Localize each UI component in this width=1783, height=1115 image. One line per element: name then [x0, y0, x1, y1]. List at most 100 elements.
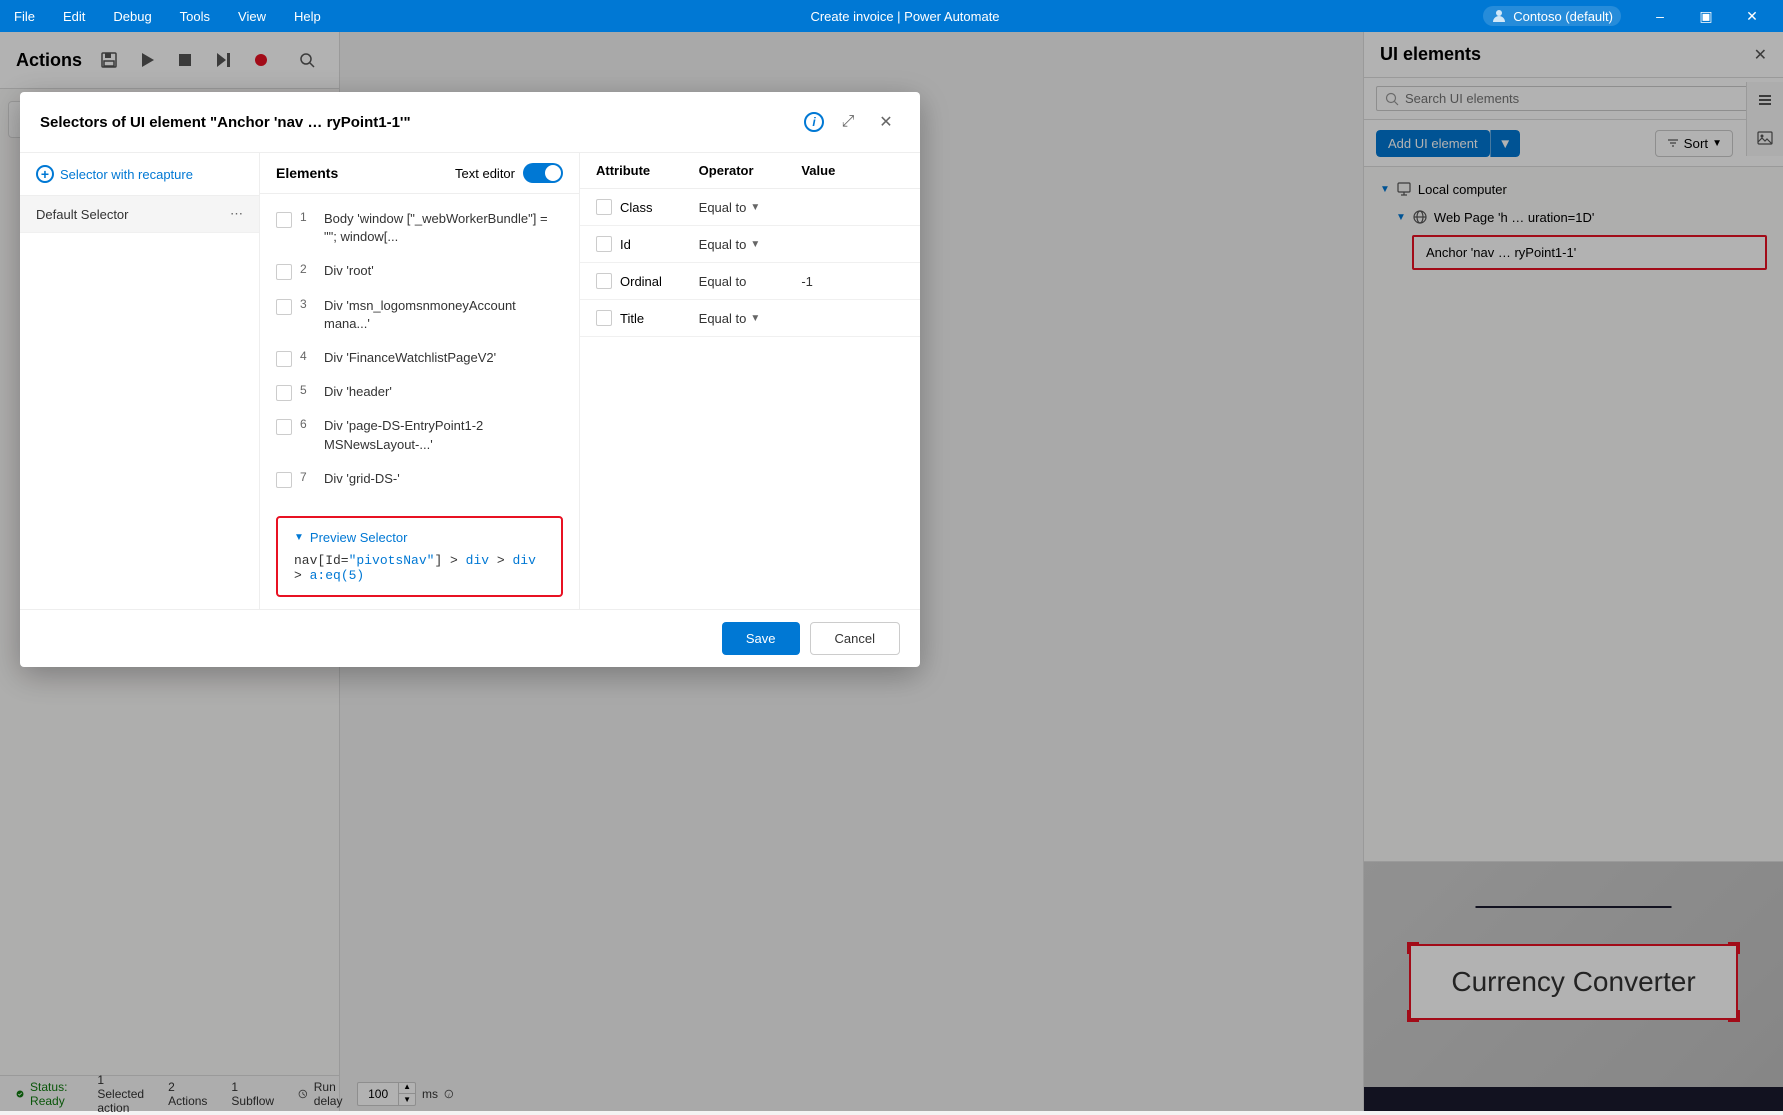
- default-selector-label: Default Selector: [36, 207, 129, 222]
- element-item[interactable]: 5 Div 'header': [260, 375, 579, 409]
- attr-id-operator-value: Equal to: [699, 237, 747, 252]
- attribute-row-title: Title Equal to ▼: [580, 300, 920, 337]
- element-checkbox-1[interactable]: [276, 212, 292, 228]
- attr-id-operator[interactable]: Equal to ▼: [699, 237, 802, 252]
- modal-title: Selectors of UI element "Anchor 'nav … r…: [40, 114, 794, 131]
- window-title: Create invoice | Power Automate: [343, 9, 1468, 24]
- element-item[interactable]: 3 Div 'msn_logomsnmoneyAccount mana...': [260, 289, 579, 341]
- code-div2: div: [512, 553, 535, 568]
- attr-class-checkbox[interactable]: [596, 199, 612, 215]
- element-num-6: 6: [300, 417, 316, 431]
- code-gt1: >: [489, 553, 512, 568]
- minimize-button[interactable]: –: [1637, 0, 1683, 32]
- menu-tools[interactable]: Tools: [174, 5, 216, 28]
- attribute-header-label: Attribute: [596, 163, 699, 178]
- code-rest: ] >: [434, 553, 465, 568]
- attr-ordinal-name: Ordinal: [620, 274, 662, 289]
- default-selector-item[interactable]: Default Selector ⋯: [20, 196, 259, 233]
- text-editor-label: Text editor: [455, 166, 515, 181]
- element-checkbox-7[interactable]: [276, 472, 292, 488]
- save-button[interactable]: Save: [722, 622, 800, 655]
- attr-title-operator-value: Equal to: [699, 311, 747, 326]
- element-checkbox-6[interactable]: [276, 419, 292, 435]
- menu-edit[interactable]: Edit: [57, 5, 91, 28]
- cancel-button[interactable]: Cancel: [810, 622, 900, 655]
- element-item[interactable]: 4 Div 'FinanceWatchlistPageV2': [260, 341, 579, 375]
- elements-title: Elements: [276, 165, 338, 181]
- element-item[interactable]: 2 Div 'root': [260, 254, 579, 288]
- modal-body: + Selector with recapture Default Select…: [20, 153, 920, 609]
- preview-selector-label: Preview Selector: [310, 530, 408, 545]
- modal-overlay: Selectors of UI element "Anchor 'nav … r…: [0, 32, 1783, 1111]
- attr-class-chevron-icon: ▼: [750, 202, 760, 213]
- element-num-7: 7: [300, 470, 316, 484]
- element-checkbox-5[interactable]: [276, 385, 292, 401]
- attr-id-name: Id: [620, 237, 631, 252]
- main-layout: Actions: [0, 32, 1783, 1111]
- modal-expand-button[interactable]: ⤢: [834, 108, 862, 136]
- element-checkbox-3[interactable]: [276, 299, 292, 315]
- attr-class-operator[interactable]: Equal to ▼: [699, 200, 802, 215]
- attr-class-operator-value: Equal to: [699, 200, 747, 215]
- menu-bar[interactable]: File Edit Debug Tools View Help: [8, 5, 327, 28]
- preview-selector-box: ▼ Preview Selector nav[Id="pivotsNav"] >…: [276, 516, 563, 597]
- element-text-3: Div 'msn_logomsnmoneyAccount mana...': [324, 297, 563, 333]
- text-editor-toggle: Text editor: [455, 163, 563, 183]
- modal-selectors-list: + Selector with recapture Default Select…: [20, 153, 260, 609]
- maximize-button[interactable]: ▣: [1683, 0, 1729, 32]
- attr-ordinal-content: Ordinal: [596, 273, 699, 289]
- title-bar: File Edit Debug Tools View Help Create i…: [0, 0, 1783, 32]
- elements-list: 1 Body 'window ["_webWorkerBundle"] = ""…: [260, 194, 579, 504]
- attr-title-content: Title: [596, 310, 699, 326]
- user-name: Contoso (default): [1513, 9, 1613, 24]
- selector-with-recapture-button[interactable]: + Selector with recapture: [36, 165, 243, 183]
- element-num-4: 4: [300, 349, 316, 363]
- element-checkbox-2[interactable]: [276, 264, 292, 280]
- element-item[interactable]: 7 Div 'grid-DS-': [260, 462, 579, 496]
- element-checkbox-4[interactable]: [276, 351, 292, 367]
- attr-class-name: Class: [620, 200, 653, 215]
- window-controls[interactable]: – ▣ ✕: [1637, 0, 1775, 32]
- code-a: a:eq(5): [310, 568, 365, 583]
- modal-header: Selectors of UI element "Anchor 'nav … r…: [20, 92, 920, 153]
- close-button[interactable]: ✕: [1729, 0, 1775, 32]
- user-account[interactable]: Contoso (default): [1483, 6, 1621, 26]
- element-item[interactable]: 6 Div 'page-DS-EntryPoint1-2 MSNewsLayou…: [260, 409, 579, 461]
- element-text-2: Div 'root': [324, 262, 374, 280]
- text-editor-toggle-switch[interactable]: [523, 163, 563, 183]
- code-nav: nav[Id=: [294, 553, 349, 568]
- element-item[interactable]: 1 Body 'window ["_webWorkerBundle"] = ""…: [260, 202, 579, 254]
- selector-with-recapture-label: Selector with recapture: [60, 167, 193, 182]
- title-right: Contoso (default) – ▣ ✕: [1483, 0, 1775, 32]
- modal-footer: Save Cancel: [20, 609, 920, 667]
- attr-id-chevron-icon: ▼: [750, 239, 760, 250]
- modal-info-button[interactable]: i: [804, 112, 824, 132]
- operator-header-label: Operator: [699, 163, 802, 178]
- elements-header: Elements Text editor: [260, 153, 579, 194]
- attr-id-content: Id: [596, 236, 699, 252]
- element-text-5: Div 'header': [324, 383, 392, 401]
- attr-title-checkbox[interactable]: [596, 310, 612, 326]
- attr-title-operator[interactable]: Equal to ▼: [699, 311, 802, 326]
- attr-ordinal-operator: Equal to: [699, 274, 802, 289]
- attr-title-name: Title: [620, 311, 644, 326]
- modal-close-button[interactable]: ✕: [872, 108, 900, 136]
- code-div1: div: [466, 553, 489, 568]
- element-text-7: Div 'grid-DS-': [324, 470, 400, 488]
- menu-view[interactable]: View: [232, 5, 272, 28]
- attr-id-checkbox[interactable]: [596, 236, 612, 252]
- preview-code: nav[Id="pivotsNav"] > div > div > a:eq(5…: [294, 553, 545, 583]
- value-header-label: Value: [801, 163, 904, 178]
- code-gt2: >: [294, 568, 310, 583]
- selector-more-button[interactable]: ⋯: [230, 206, 243, 222]
- attr-ordinal-checkbox[interactable]: [596, 273, 612, 289]
- menu-file[interactable]: File: [8, 5, 41, 28]
- attribute-row-ordinal: Ordinal Equal to -1: [580, 263, 920, 300]
- attribute-row-class: Class Equal to ▼: [580, 189, 920, 226]
- selector-with-recapture-area: + Selector with recapture: [20, 153, 259, 196]
- menu-help[interactable]: Help: [288, 5, 327, 28]
- menu-debug[interactable]: Debug: [107, 5, 157, 28]
- element-num-1: 1: [300, 210, 316, 224]
- element-num-3: 3: [300, 297, 316, 311]
- preview-selector-header[interactable]: ▼ Preview Selector: [294, 530, 545, 545]
